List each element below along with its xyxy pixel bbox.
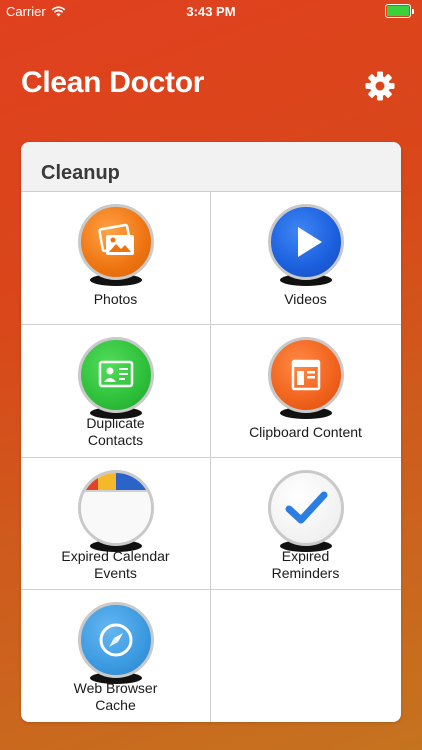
expired-calendar-events-label-line1: Expired Calendar: [61, 548, 170, 564]
gear-icon[interactable]: [364, 70, 396, 102]
compass-icon-wrap: [78, 602, 154, 684]
expired-reminders-label-line1: Expired: [281, 548, 330, 564]
duplicate-contacts-tile[interactable]: Duplicate Contacts: [21, 325, 210, 457]
duplicate-contacts-label-line1: Duplicate: [86, 415, 145, 431]
reminders-icon-wrap: [268, 470, 344, 552]
checkmark-icon: [268, 470, 344, 546]
contacts-icon-wrap: [78, 337, 154, 419]
photos-tile[interactable]: Photos: [21, 192, 210, 324]
compass-icon: [78, 602, 154, 678]
battery-icon: [385, 4, 411, 18]
clipboard-icon: [268, 337, 344, 413]
app-title: Clean Doctor: [21, 66, 205, 99]
cleanup-card: Cleanup Photos Videos Duplicate Contacts…: [21, 142, 401, 722]
calendar-icon: [78, 470, 154, 546]
expired-reminders-label-line2: Reminders: [271, 565, 340, 581]
card-title: Cleanup: [21, 142, 401, 192]
status-bar: Carrier 3:43 PM: [0, 0, 422, 22]
status-time: 3:43 PM: [186, 4, 236, 19]
battery-indicator: [385, 4, 414, 18]
photos-label: Photos: [93, 291, 138, 307]
web-browser-cache-label-line2: Cache: [95, 697, 136, 713]
expired-calendar-events-tile[interactable]: Expired Calendar Events: [21, 458, 210, 590]
battery-tip: [412, 8, 414, 14]
clipboard-content-label: Clipboard Content: [249, 424, 362, 440]
expired-reminders-tile[interactable]: Expired Reminders: [211, 458, 400, 590]
videos-tile[interactable]: Videos: [211, 192, 400, 324]
duplicate-contacts-label-line2: Contacts: [87, 432, 144, 448]
photos-icon-wrap: [78, 204, 154, 286]
videos-icon-wrap: [268, 204, 344, 286]
expired-calendar-events-label-line2: Events: [94, 565, 137, 581]
clipboard-icon-wrap: [268, 337, 344, 419]
web-browser-cache-tile[interactable]: Web Browser Cache: [21, 590, 210, 722]
clipboard-content-tile[interactable]: Clipboard Content: [211, 325, 400, 457]
photos-icon: [78, 204, 154, 280]
play-icon: [268, 204, 344, 280]
videos-label: Videos: [284, 291, 327, 307]
calendar-icon-wrap: [78, 470, 154, 552]
web-browser-cache-label-line1: Web Browser: [73, 680, 158, 696]
battery-fill: [387, 6, 409, 16]
contact-card-icon: [78, 337, 154, 413]
